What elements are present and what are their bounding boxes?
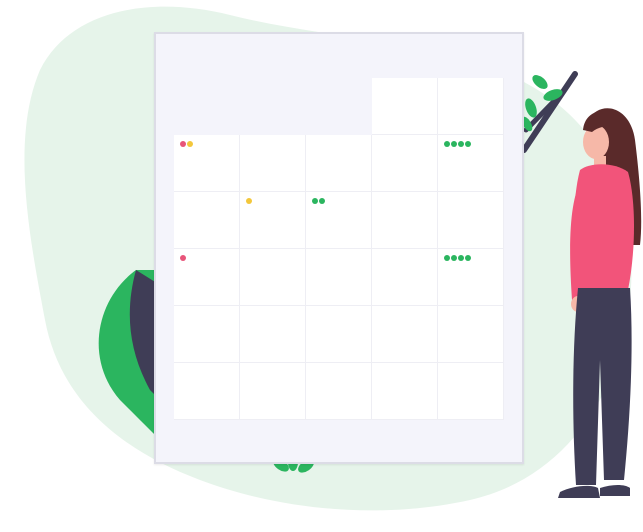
calendar-cell[interactable] bbox=[372, 363, 438, 420]
calendar-cell[interactable] bbox=[438, 192, 504, 249]
calendar-cell[interactable] bbox=[372, 249, 438, 306]
event-dot bbox=[312, 198, 318, 204]
calendar-grid bbox=[174, 78, 504, 420]
calendar-cell[interactable] bbox=[372, 78, 438, 135]
calendar-cell[interactable] bbox=[174, 192, 240, 249]
calendar-cell[interactable] bbox=[240, 249, 306, 306]
event-dot bbox=[180, 141, 186, 147]
calendar-cell[interactable] bbox=[438, 78, 504, 135]
event-dot bbox=[465, 141, 471, 147]
calendar-cell[interactable] bbox=[174, 306, 240, 363]
calendar-cell[interactable] bbox=[174, 363, 240, 420]
event-dot bbox=[444, 141, 450, 147]
calendar-cell[interactable] bbox=[372, 192, 438, 249]
calendar-cell[interactable] bbox=[438, 306, 504, 363]
event-dot bbox=[246, 198, 252, 204]
event-dot bbox=[444, 255, 450, 261]
calendar-cell[interactable] bbox=[438, 363, 504, 420]
calendar-cell[interactable] bbox=[240, 363, 306, 420]
calendar-cell[interactable] bbox=[372, 135, 438, 192]
calendar-cell[interactable] bbox=[306, 363, 372, 420]
event-dot bbox=[180, 255, 186, 261]
calendar-cell[interactable] bbox=[306, 249, 372, 306]
event-dot bbox=[451, 255, 457, 261]
event-dot bbox=[458, 255, 464, 261]
event-dot bbox=[465, 255, 471, 261]
calendar-cell[interactable] bbox=[372, 306, 438, 363]
calendar-cell[interactable] bbox=[306, 306, 372, 363]
event-dot bbox=[187, 141, 193, 147]
calendar-cell[interactable] bbox=[306, 135, 372, 192]
calendar-cell[interactable] bbox=[240, 135, 306, 192]
event-dot bbox=[319, 198, 325, 204]
event-dot bbox=[451, 141, 457, 147]
calendar-cell[interactable] bbox=[240, 306, 306, 363]
event-dot bbox=[458, 141, 464, 147]
